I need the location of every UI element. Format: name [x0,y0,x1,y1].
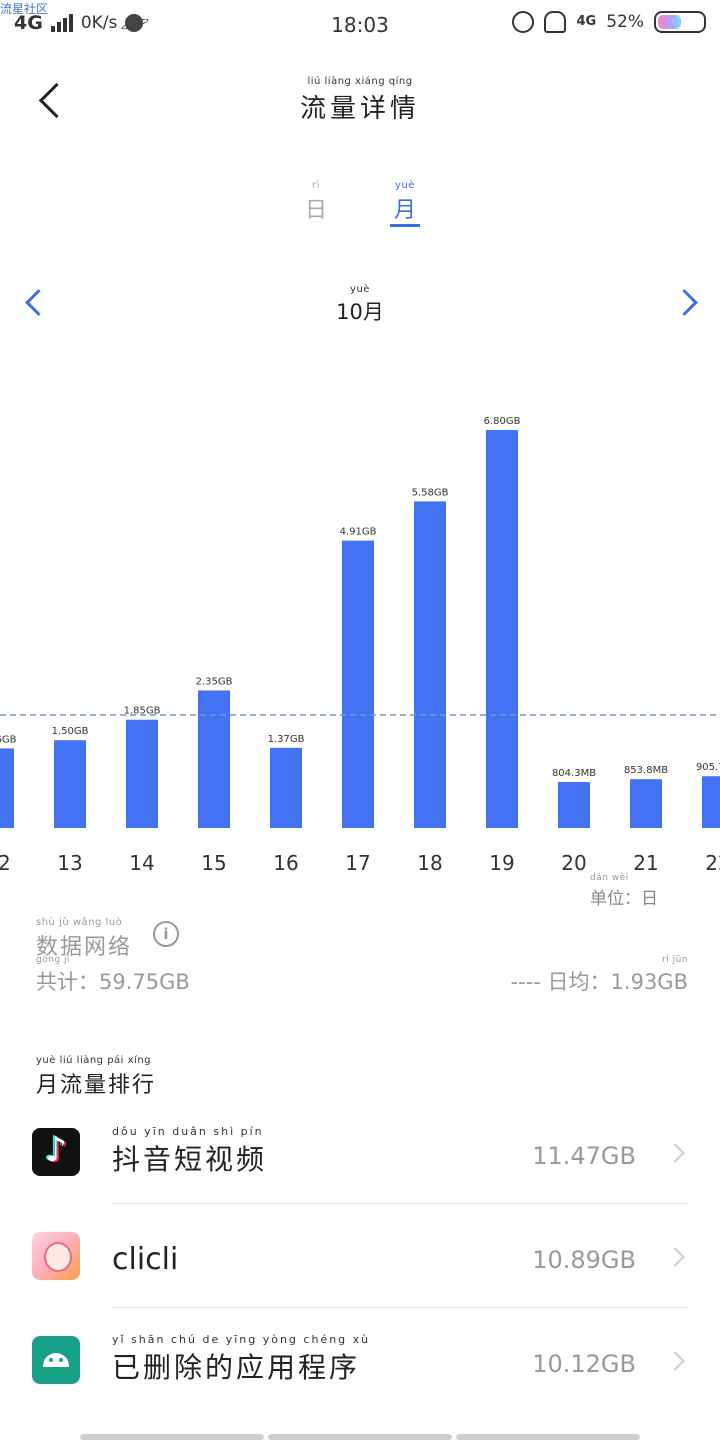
app-name: clicli [112,1242,179,1277]
chart-bar [414,501,446,828]
page-title-wrap: liú liàng xiáng qíng 流量详情 [0,76,720,125]
chart-svg: 1.36GB121.50GB131.85GB142.35GB151.37GB16… [0,416,720,875]
chart-bar [486,430,518,828]
tab-day-pinyin: rì [312,180,320,191]
app-usage-size: 11.47GB [532,1142,636,1170]
tab-selected-indicator [390,224,420,227]
x-tick-label: 22 [705,851,720,875]
app-usage-size: 10.12GB [532,1350,636,1378]
app-name-pinyin: dǒu yīn duǎn shì pín [112,1125,264,1138]
average-pinyin: rì jūn [662,955,688,965]
app-row-douyin[interactable]: dǒu yīn duǎn shì pín 抖音短视频 11.47GB [0,1104,720,1208]
app-row-deleted-apps[interactable]: yǐ shān chú de yīng yòng chéng xù 已删除的应用… [0,1312,720,1416]
tab-day[interactable]: rì 日 [286,180,346,224]
battery-icon [654,11,706,33]
chart-bar [702,776,720,828]
battery-percent: 52% [606,12,644,32]
bar-value-label: 853.8MB [624,765,668,776]
tab-day-label: 日 [304,198,327,223]
page-title-pinyin: liú liàng xiáng qíng [307,76,413,87]
bar-value-label: 1.37GB [268,734,305,745]
chart-bar [342,540,374,828]
x-tick-label: 16 [273,851,298,875]
x-tick-label: 15 [201,851,226,875]
tab-month-pinyin: yuè [395,180,415,191]
x-tick-label: 17 [345,851,370,875]
unit-label-wrap: dān wèi 单位：日 [590,872,658,909]
previous-month-button[interactable] [20,285,50,321]
bar-value-label: 5.58GB [412,487,449,498]
bar-value-label: 905.7MB [696,762,720,773]
x-tick-label: 19 [489,851,514,875]
chart-bar [630,779,662,828]
bar-value-label: 2.35GB [196,676,233,687]
app-name: 已删除的应用程序 [112,1351,361,1384]
total-usage: 共计：59.75GB [36,970,190,994]
chart-bar [54,740,86,828]
page-title: 流量详情 [299,94,420,124]
status-right: 4G 52% [512,11,706,33]
chart-bar [0,748,14,828]
mute-bell-icon [544,11,567,33]
app-name-wrap: clicli [112,1242,178,1277]
chevron-right-icon [665,1143,685,1163]
clicli-icon [32,1232,80,1280]
chart-bar [198,690,230,828]
tab-month[interactable]: yuè 月 [375,180,435,224]
app-row-clicli[interactable]: clicli 10.89GB [0,1208,720,1312]
bar-value-label: 1.50GB [52,726,89,737]
x-tick-label: 20 [561,851,586,875]
android-icon [32,1336,80,1384]
x-tick-label: 18 [417,851,442,875]
average-usage: ---- 日均：1.93GB [510,970,688,994]
network-type-right: 4G [576,14,597,29]
chart-bar [126,719,158,828]
bar-value-label: 6.80GB [484,416,521,427]
month-pinyin: yuè [350,284,370,295]
bar-value-label: 4.91GB [340,527,377,538]
bar-value-label: 804.3MB [552,768,596,779]
month-selector: yuè 10月 [310,284,410,326]
app-name-wrap: dǒu yīn duǎn shì pín 抖音短视频 [112,1126,267,1178]
app-usage-size: 10.89GB [532,1246,636,1274]
next-month-button[interactable] [672,285,702,321]
douyin-icon [32,1128,80,1176]
ranking-title-wrap: yuè liú liàng pái xíng 月流量排行 [36,1055,156,1099]
bar-value-label: 1.36GB [0,734,17,745]
chart-bar [558,782,590,828]
app-name-pinyin: yǐ shān chú de yīng yòng chéng xù [112,1333,371,1346]
ranking-title: 月流量排行 [36,1073,157,1098]
ranking-title-pinyin: yuè liú liàng pái xíng [36,1055,152,1066]
divider [112,1307,688,1308]
chart-bar [270,747,302,828]
x-tick-label: 14 [129,851,154,875]
scroll-indicator [80,1434,640,1440]
unit-label: 单位：日 [590,889,658,909]
tab-month-label: 月 [393,198,416,223]
info-icon[interactable]: i [153,921,179,947]
battery-fill [658,15,681,29]
chevron-right-icon [665,1351,685,1371]
total-usage-wrap: gòng jì 共计：59.75GB [36,954,190,996]
alarm-icon [512,11,535,33]
app-name-wrap: yǐ shān chú de yīng yòng chéng xù 已删除的应用… [112,1334,370,1386]
x-tick-label: 12 [0,851,11,875]
divider [112,1203,688,1204]
daily-usage-chart[interactable]: 1.36GB121.50GB131.85GB142.35GB151.37GB16… [0,400,720,880]
total-pinyin: gòng jì [36,955,70,965]
status-bar: 流星社区 4G 0K/s 18:03 4G 52% [0,0,720,52]
chevron-right-icon [665,1247,685,1267]
x-tick-label: 13 [57,851,82,875]
average-usage-wrap: rì jūn ---- 日均：1.93GB [511,954,688,996]
month-label: 10月 [336,300,384,324]
unit-pinyin: dān wèi [590,873,629,883]
app-name: 抖音短视频 [112,1143,268,1176]
network-label-pinyin: shù jù wǎng luò [36,917,123,928]
